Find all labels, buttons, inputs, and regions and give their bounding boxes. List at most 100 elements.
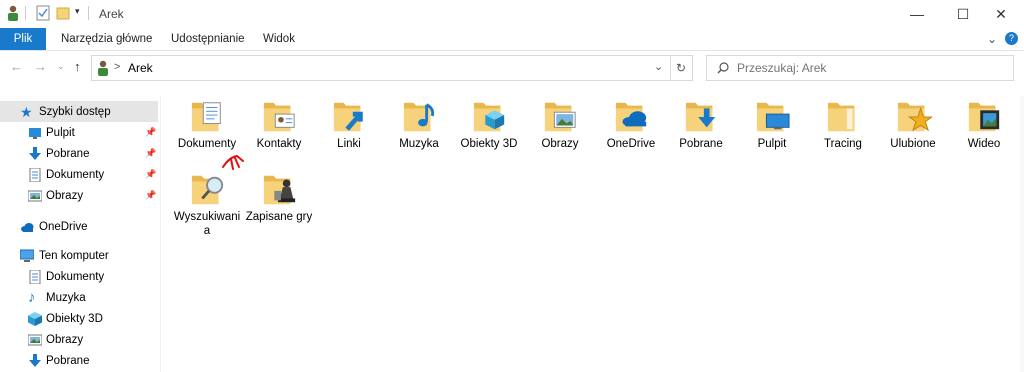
pin-icon[interactable]: 📌: [145, 148, 156, 159]
sidebar-item-pc-dokumenty[interactable]: Dokumenty: [0, 266, 158, 287]
sidebar-item-pobrane[interactable]: Pobrane 📌: [0, 143, 158, 164]
up-arrow-icon[interactable]: ↑: [74, 59, 81, 74]
address-dropdown-icon[interactable]: ⌄: [654, 60, 663, 73]
folder-icon: [827, 102, 855, 132]
sidebar-item-pulpit[interactable]: Pulpit 📌: [0, 122, 158, 143]
tab-share[interactable]: Udostępnianie: [171, 28, 245, 50]
customize-toolbar-icon[interactable]: ▾: [75, 6, 80, 17]
pane-divider[interactable]: [160, 96, 161, 372]
pictures-icon: [28, 334, 42, 345]
sidebar-item-obrazy[interactable]: Obrazy 📌: [0, 185, 158, 206]
folder-label: Wideo: [967, 138, 1001, 150]
breadcrumb-arek[interactable]: Arek: [128, 61, 153, 75]
back-arrow-icon[interactable]: ←: [10, 59, 23, 74]
sidebar-item-pc-obrazy[interactable]: Obrazy: [0, 329, 158, 350]
folder-item[interactable]: Wideo: [949, 97, 1019, 171]
pictures-icon: [544, 102, 576, 132]
folder-item[interactable]: Ulubione: [878, 97, 948, 171]
folder-label: Muzyka: [399, 138, 439, 150]
user-folder-icon: [8, 5, 18, 21]
folder-label: Dokumenty: [177, 138, 237, 150]
objects3d-icon: [473, 102, 505, 132]
window-title: Arek: [99, 7, 124, 21]
folder-label: Obrazy: [541, 138, 579, 150]
sidebar-item-onedrive[interactable]: OneDrive: [0, 216, 158, 237]
sidebar-item-label: Obrazy: [46, 333, 84, 346]
folder-item[interactable]: Obrazy: [525, 97, 595, 171]
downloads-icon: [685, 102, 716, 132]
folder-item[interactable]: Muzyka: [384, 97, 454, 171]
cube-icon: [28, 311, 42, 326]
folder-label: Tracing: [824, 138, 862, 150]
folder-item[interactable]: Tracing: [808, 97, 878, 171]
folder-item[interactable]: Pulpit: [737, 97, 807, 171]
folder-item[interactable]: Zapisane gry: [244, 170, 314, 244]
pictures-icon: [28, 190, 42, 201]
pin-icon[interactable]: 📌: [145, 127, 156, 138]
videos-icon: [968, 102, 1000, 132]
sidebar-item-obiekty-3d[interactable]: Obiekty 3D: [0, 308, 158, 329]
title-bar: ▾ Arek — ☐ ✕: [0, 0, 1024, 28]
document-icon: [29, 269, 41, 284]
download-icon: [29, 353, 41, 367]
sidebar-item-muzyka[interactable]: ♪ Muzyka: [0, 287, 158, 308]
cloud-icon: [21, 222, 34, 232]
sidebar-item-label: Dokumenty: [46, 168, 105, 181]
music-note-icon: ♪: [28, 288, 36, 306]
folder-item[interactable]: Obiekty 3D: [454, 97, 524, 171]
sidebar-item-label: Obiekty 3D: [46, 312, 103, 325]
close-button[interactable]: ✕: [978, 0, 1024, 28]
sidebar-item-label: Pobrane: [46, 147, 90, 160]
searches-icon: [191, 175, 224, 205]
search-input[interactable]: [735, 59, 1009, 77]
sidebar-item-label: Szybki dostęp: [39, 105, 111, 118]
vertical-scrollbar[interactable]: [1020, 96, 1024, 372]
expand-ribbon-icon[interactable]: ⌄: [987, 28, 997, 50]
search-box[interactable]: [706, 55, 1014, 81]
sidebar-item-label: Pobrane: [46, 354, 90, 367]
saved-games-icon: [263, 175, 296, 205]
download-icon: [29, 146, 41, 160]
desktop-icon: [756, 102, 790, 132]
folder-label: Ulubione: [890, 138, 936, 150]
folder-label: Pulpit: [757, 138, 787, 150]
music-icon: [403, 102, 435, 132]
links-icon: [333, 102, 363, 132]
sidebar-item-label: Pulpit: [46, 126, 75, 139]
breadcrumb-separator[interactable]: >: [114, 61, 120, 73]
minimize-button[interactable]: —: [894, 0, 940, 28]
tab-home[interactable]: Narzędzia główne: [61, 28, 152, 50]
computer-icon: [20, 249, 34, 262]
pin-icon[interactable]: 📌: [145, 190, 156, 201]
refresh-button[interactable]: ↻: [670, 55, 693, 81]
folder-label: OneDrive: [606, 138, 656, 150]
sidebar-item-quick-access[interactable]: ★ Szybki dostęp: [0, 101, 158, 122]
folder-item[interactable]: Linki: [314, 97, 384, 171]
folder-item[interactable]: Wyszukiwania: [172, 170, 242, 244]
tab-file[interactable]: Plik: [0, 28, 46, 50]
sidebar-item-pc-pobrane[interactable]: Pobrane: [0, 350, 158, 371]
user-folder-icon: [98, 60, 108, 76]
sidebar-item-dokumenty[interactable]: Dokumenty 📌: [0, 164, 158, 185]
folder-label: Wyszukiwania: [173, 211, 241, 237]
sidebar-item-label: Muzyka: [46, 291, 86, 304]
favorites-icon: [897, 102, 932, 132]
properties-icon[interactable]: [36, 5, 50, 21]
onedrive-icon: [615, 102, 647, 132]
help-icon[interactable]: ?: [1005, 32, 1018, 45]
forward-arrow-icon[interactable]: →: [34, 59, 47, 74]
sidebar-item-ten-komputer[interactable]: Ten komputer: [0, 245, 158, 266]
sidebar-item-label: Obrazy: [46, 189, 84, 202]
recent-locations-icon[interactable]: ⌄: [57, 61, 65, 72]
folder-item[interactable]: OneDrive: [596, 97, 666, 171]
navigation-pane: ★ Szybki dostęp Pulpit 📌 Pobrane 📌 Dokum…: [0, 96, 158, 372]
sidebar-item-label: Dokumenty: [46, 270, 105, 283]
sidebar-item-label: Ten komputer: [39, 249, 109, 262]
new-folder-icon[interactable]: [56, 5, 70, 21]
divider: [25, 6, 26, 20]
pin-icon[interactable]: 📌: [145, 169, 156, 180]
folder-item[interactable]: Kontakty: [244, 97, 314, 171]
tab-view[interactable]: Widok: [263, 28, 295, 50]
address-bar[interactable]: > Arek ⌄: [91, 55, 671, 81]
folder-item[interactable]: Pobrane: [666, 97, 736, 171]
